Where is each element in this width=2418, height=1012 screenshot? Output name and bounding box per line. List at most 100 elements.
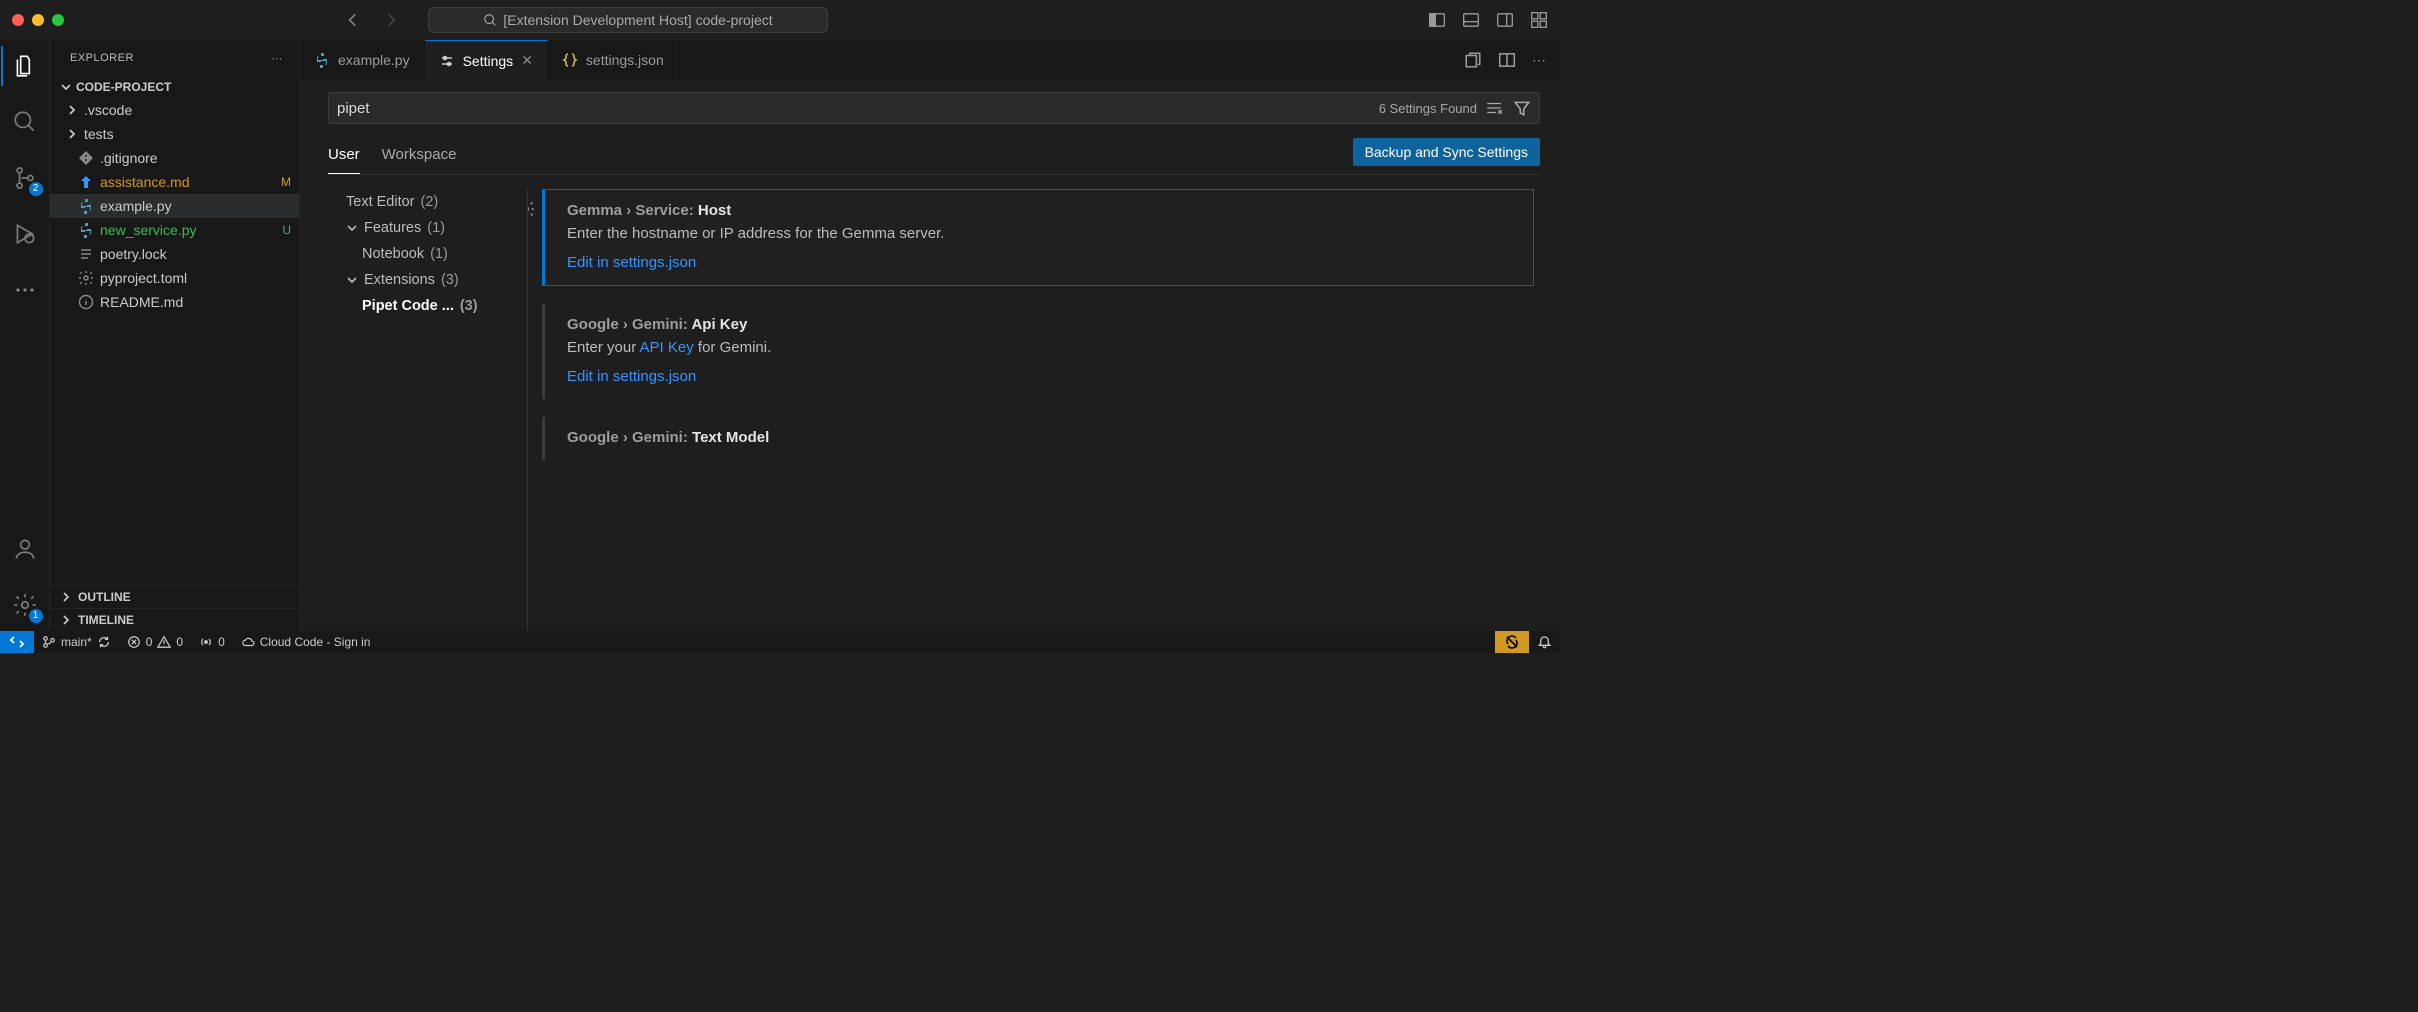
layout-primary-icon[interactable] [1428, 11, 1446, 29]
folder-row[interactable]: .vscode [50, 98, 299, 122]
file-name: .gitignore [100, 150, 158, 166]
file-icon [78, 198, 94, 214]
chevron-right-icon [60, 591, 72, 603]
maximize-window-icon[interactable] [52, 14, 64, 26]
project-header[interactable]: CODE-PROJECT [50, 78, 299, 96]
toc-label: Notebook [362, 246, 424, 262]
file-name: new_service.py [100, 222, 197, 238]
file-row[interactable]: new_service.py U [50, 218, 299, 242]
scm-badge: 2 [29, 182, 43, 196]
problems[interactable]: 0 0 [119, 635, 191, 649]
editor-tab[interactable]: Settings ✕ [425, 40, 548, 80]
scope-workspace-tab[interactable]: Workspace [382, 140, 457, 173]
setting-item[interactable]: Google › Gemini: Api Key Enter your API … [542, 304, 1534, 399]
timeline-section[interactable]: TIMELINE [50, 608, 299, 631]
open-changes-icon[interactable] [1464, 51, 1482, 69]
settings-list: Gemma › Service: Host Enter the hostname… [528, 189, 1540, 631]
minimize-window-icon[interactable] [32, 14, 44, 26]
toc-count: (1) [430, 246, 448, 262]
settings-search[interactable]: 6 Settings Found [328, 92, 1540, 124]
scope-user-tab[interactable]: User [328, 140, 360, 174]
ports-count: 0 [218, 635, 225, 649]
layout-customize-icon[interactable] [1530, 11, 1548, 29]
command-center[interactable]: [Extension Development Host] code-projec… [428, 7, 828, 33]
file-row[interactable]: .gitignore [50, 146, 299, 170]
gear-icon[interactable] [528, 200, 535, 218]
activity-run-debug[interactable] [1, 218, 49, 250]
activity-bar: 2 1 [0, 40, 50, 631]
folder-row[interactable]: tests [50, 122, 299, 146]
split-editor-icon[interactable] [1498, 51, 1516, 69]
editor-tab[interactable]: example.py [300, 40, 425, 80]
folder-name: tests [84, 126, 114, 142]
file-name: poetry.lock [100, 246, 167, 262]
tab-label: Settings [463, 53, 514, 69]
settings-scope-tabs: User Workspace Backup and Sync Settings [328, 138, 1540, 175]
settings-badge: 1 [29, 609, 43, 623]
chevron-right-icon [60, 614, 72, 626]
live-share-icon[interactable] [1495, 631, 1529, 653]
sync-settings-button[interactable]: Backup and Sync Settings [1353, 138, 1540, 166]
editor-tab[interactable]: settings.json [548, 40, 679, 80]
settings-result-count: 6 Settings Found [1379, 101, 1477, 116]
file-status: M [281, 175, 291, 189]
tab-label: settings.json [586, 52, 664, 68]
setting-desc-link[interactable]: API Key [640, 339, 694, 356]
nav-forward-icon[interactable] [382, 11, 400, 29]
edit-in-json-link[interactable]: Edit in settings.json [567, 254, 696, 271]
layout-panel-icon[interactable] [1462, 11, 1480, 29]
settings-editor: 6 Settings Found User Workspace Backup a… [300, 80, 1560, 631]
sync-icon[interactable] [97, 635, 111, 649]
error-icon [127, 635, 141, 649]
branch-icon [42, 635, 56, 649]
setting-description: Enter the hostname or IP address for the… [567, 225, 1515, 242]
setting-item[interactable]: Google › Gemini: Text Model [542, 417, 1534, 460]
activity-more-icon[interactable] [1, 274, 49, 306]
activity-source-control[interactable]: 2 [1, 162, 49, 194]
tab-label: example.py [338, 52, 410, 68]
activity-explorer[interactable] [1, 50, 49, 82]
close-tab-icon[interactable]: ✕ [521, 52, 533, 69]
layout-secondary-icon[interactable] [1496, 11, 1514, 29]
sidebar-more-icon[interactable]: ⋯ [272, 52, 284, 65]
editor-tabs: example.py Settings ✕ settings.json ⋯ [300, 40, 1560, 80]
outline-section[interactable]: OUTLINE [50, 585, 299, 608]
remote-indicator[interactable] [0, 631, 34, 653]
clear-search-icon[interactable] [1485, 99, 1503, 117]
edit-in-json-link[interactable]: Edit in settings.json [567, 368, 696, 385]
notifications-icon[interactable] [1529, 631, 1560, 653]
setting-description: Enter your API Key for Gemini. [567, 339, 1516, 356]
command-center-title: [Extension Development Host] code-projec… [503, 12, 772, 28]
file-row[interactable]: poetry.lock [50, 242, 299, 266]
activity-accounts[interactable] [1, 533, 49, 565]
more-actions-icon[interactable]: ⋯ [1532, 52, 1546, 69]
setting-item[interactable]: Gemma › Service: Host Enter the hostname… [542, 189, 1534, 286]
ports[interactable]: 0 [191, 635, 233, 649]
file-icon [78, 294, 94, 310]
file-row[interactable]: assistance.md M [50, 170, 299, 194]
toc-row[interactable]: Features (1) [328, 215, 519, 241]
chevron-down-icon [60, 81, 72, 93]
activity-search[interactable] [1, 106, 49, 138]
toc-row[interactable]: Extensions (3) [328, 267, 519, 293]
toc-label: Extensions [364, 272, 435, 288]
cloud-code[interactable]: Cloud Code - Sign in [233, 635, 379, 649]
toc-row[interactable]: Notebook (1) [328, 241, 519, 267]
toc-row[interactable]: Text Editor (2) [328, 189, 519, 215]
file-icon [78, 174, 94, 190]
git-branch[interactable]: main* [34, 635, 119, 649]
sidebar: EXPLORER ⋯ CODE-PROJECT .vscode tests .g… [50, 40, 300, 631]
file-row[interactable]: example.py [50, 194, 299, 218]
file-row[interactable]: README.md [50, 290, 299, 314]
settings-search-input[interactable] [337, 100, 1379, 117]
filter-icon[interactable] [1513, 99, 1531, 117]
toc-row[interactable]: Pipet Code ... (3) [328, 293, 519, 319]
nav-back-icon[interactable] [344, 11, 362, 29]
window-controls [12, 14, 64, 26]
file-row[interactable]: pyproject.toml [50, 266, 299, 290]
close-window-icon[interactable] [12, 14, 24, 26]
activity-settings[interactable]: 1 [1, 589, 49, 621]
file-icon [78, 246, 94, 262]
toc-count: (3) [460, 298, 478, 314]
toc-label: Pipet Code ... [362, 298, 454, 314]
